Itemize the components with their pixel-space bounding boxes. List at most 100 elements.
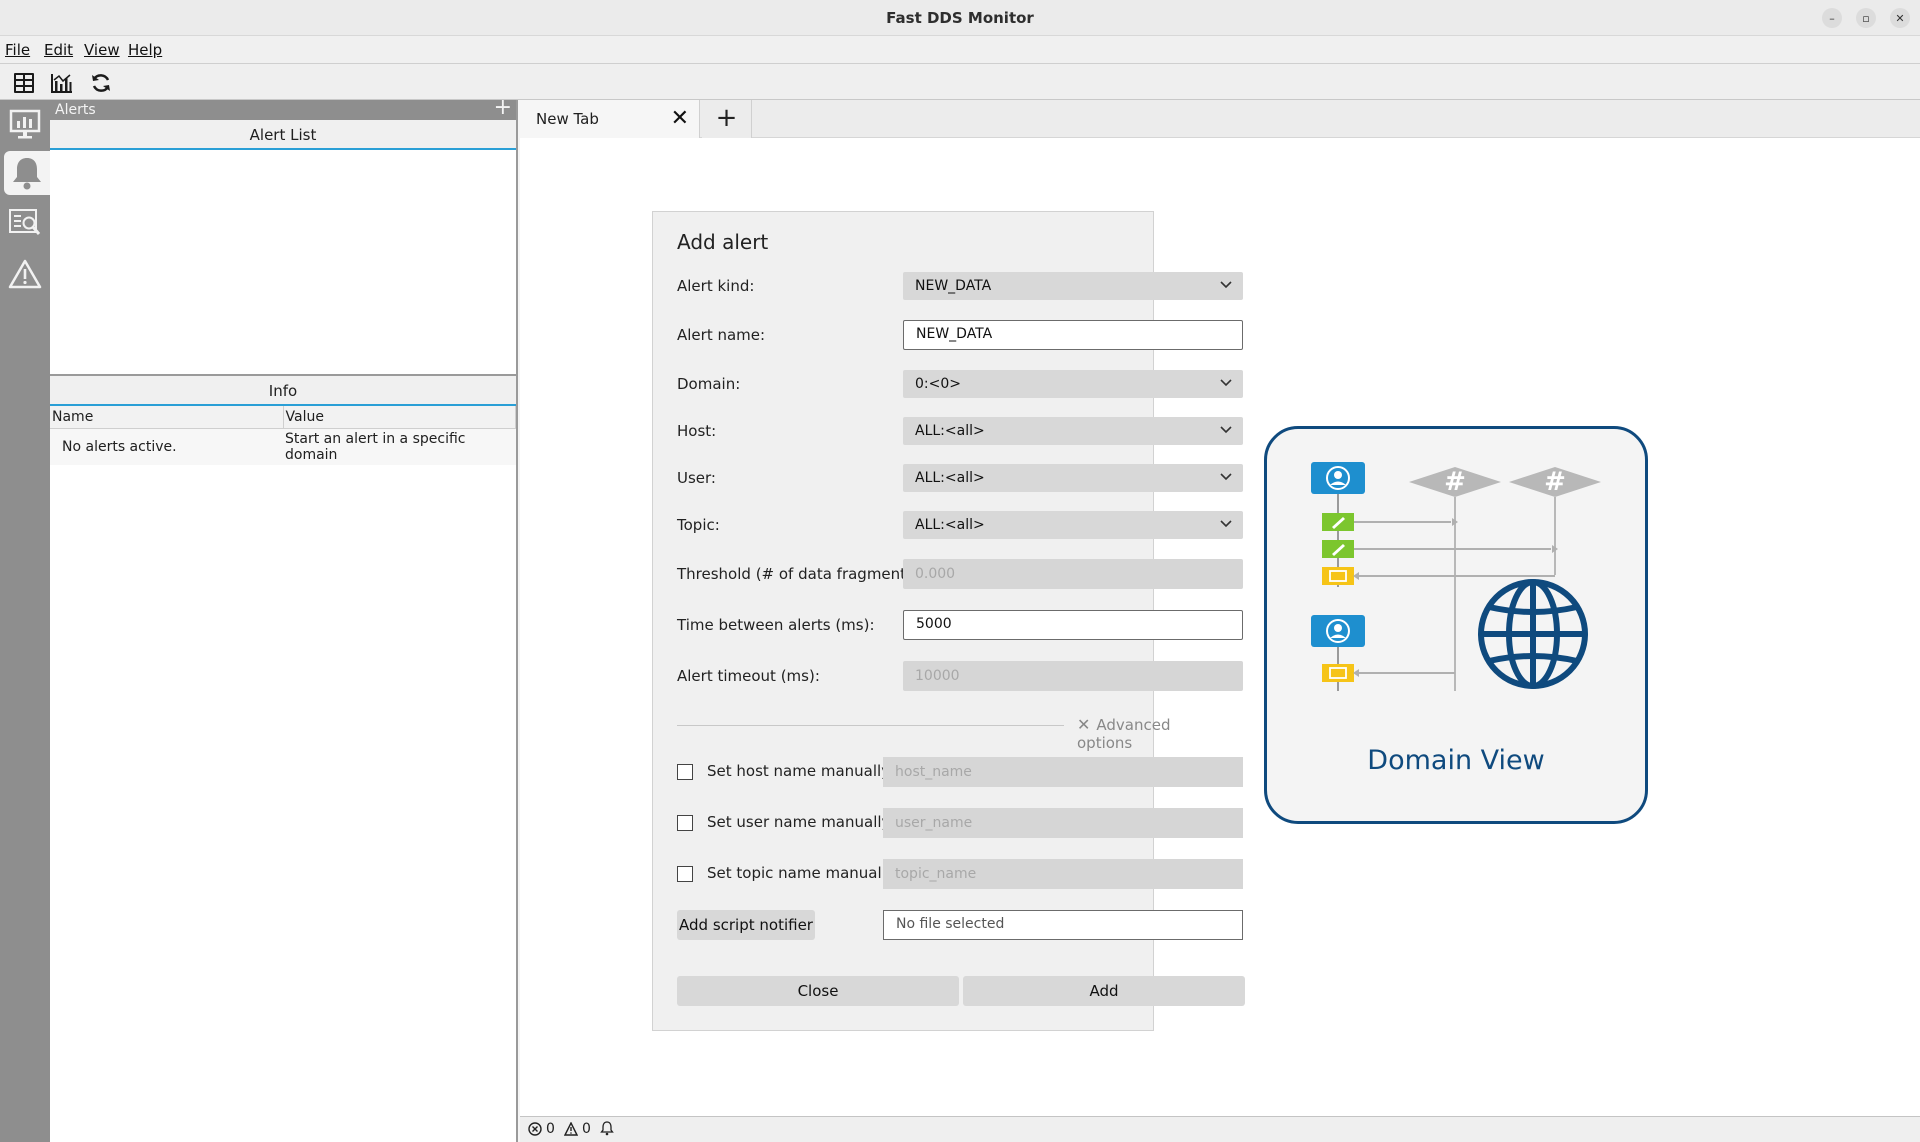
info-row-name: No alerts active. (50, 428, 283, 465)
refresh-icon[interactable] (88, 70, 114, 96)
set-topic-checkbox[interactable] (677, 866, 693, 882)
window-title: Fast DDS Monitor (886, 9, 1034, 27)
alert-list[interactable] (50, 150, 516, 376)
timeout-label: Alert timeout (ms): (677, 667, 820, 685)
topic-label: Topic: (677, 516, 720, 534)
user-label: User: (677, 469, 716, 487)
domain-view-card[interactable]: # # Domain View (1264, 426, 1648, 824)
time-between-input[interactable]: 5000 (903, 610, 1243, 640)
topic-icon: # (1509, 467, 1601, 497)
participant-icon (1311, 462, 1365, 494)
domain-value: 0:<0> (915, 376, 961, 392)
warning-icon[interactable] (4, 252, 46, 296)
close-button[interactable]: Close (677, 976, 959, 1006)
alert-name-label: Alert name: (677, 326, 766, 344)
menu-edit-label: Edit (44, 41, 74, 59)
notifications-status[interactable] (600, 1121, 614, 1136)
chevron-down-icon (1220, 281, 1232, 289)
svg-text:#: # (1444, 467, 1466, 497)
left-sidebar (0, 100, 50, 1142)
advanced-options-toggle[interactable]: ✕ Advanced options (1077, 715, 1171, 752)
bell-small-icon (600, 1121, 614, 1136)
monitor-icon[interactable] (4, 102, 46, 146)
menu-help[interactable]: Help (128, 41, 162, 59)
topic-icon: # (1409, 467, 1501, 497)
warning-small-icon (564, 1122, 578, 1136)
info-column-name[interactable]: Name (50, 406, 284, 429)
time-between-label: Time between alerts (ms): (677, 616, 875, 634)
set-host-checkbox[interactable] (677, 764, 693, 780)
svg-text:#: # (1544, 467, 1566, 497)
user-value: ALL:<all> (915, 470, 985, 486)
advanced-separator (677, 725, 1064, 726)
domain-view-illustration: # # (1311, 462, 1601, 691)
domain-label: Domain: (677, 375, 741, 393)
tab-new-tab[interactable]: New Tab ✕ (520, 100, 700, 138)
threshold-label: Threshold (# of data fragments): (677, 565, 925, 583)
menubar: File Edit View Help (0, 36, 1920, 64)
topic-value: ALL:<all> (915, 517, 985, 533)
topic-name-input: topic_name (883, 859, 1243, 889)
close-window-button[interactable]: ✕ (1890, 8, 1910, 28)
warnings-status[interactable]: 0 (564, 1121, 591, 1137)
menu-file-label: File (5, 41, 31, 59)
tab-label: New Tab (536, 110, 599, 128)
domain-view-label: Domain View (1367, 745, 1545, 776)
window-titlebar: Fast DDS Monitor – ▫ ✕ (0, 0, 1920, 36)
minimize-button[interactable]: – (1822, 8, 1842, 28)
info-column-value[interactable]: Value (283, 406, 516, 429)
menu-help-label: Help (128, 41, 163, 59)
domain-select[interactable]: 0:<0> (903, 370, 1243, 398)
alerts-panel-title: Alerts (55, 102, 96, 118)
host-label: Host: (677, 422, 717, 440)
menu-file[interactable]: File (5, 41, 30, 59)
add-alert-dialog: Add alert Alert kind: NEW_DATA Alert nam… (652, 211, 1245, 1031)
set-host-label[interactable]: Set host name manually (707, 762, 890, 780)
menu-view-label: View (84, 41, 120, 59)
main-area: New Tab ✕ + Add alert Alert kind: NEW_DA… (520, 100, 1920, 1116)
add-alert-plus-icon[interactable]: + (494, 97, 512, 119)
add-tab-button[interactable]: + (702, 100, 752, 138)
close-tab-icon[interactable]: ✕ (671, 106, 689, 131)
host-name-input: host_name (883, 757, 1243, 787)
alerts-panel-header: Alerts + (50, 97, 516, 120)
alert-kind-value: NEW_DATA (915, 278, 992, 294)
menu-view[interactable]: View (84, 41, 120, 59)
alerts-panel: Alerts + Alert List Info Name Value No a… (50, 97, 518, 1142)
set-topic-label[interactable]: Set topic name manually (707, 864, 895, 882)
alert-name-input[interactable]: NEW_DATA (903, 320, 1243, 350)
alert-kind-select[interactable]: NEW_DATA (903, 272, 1243, 300)
user-select[interactable]: ALL:<all> (903, 464, 1243, 492)
chevron-down-icon (1220, 379, 1232, 387)
host-value: ALL:<all> (915, 423, 985, 439)
tab-bar: New Tab ✕ + (520, 100, 1920, 138)
participant-icon (1311, 615, 1365, 647)
host-select[interactable]: ALL:<all> (903, 417, 1243, 445)
maximize-button[interactable]: ▫ (1856, 8, 1876, 28)
explorer-icon[interactable] (4, 202, 46, 246)
table-row[interactable]: No alerts active. Start an alert in a sp… (50, 428, 516, 465)
set-user-label[interactable]: Set user name manually (707, 813, 890, 831)
toolbar (0, 64, 1920, 100)
menu-edit[interactable]: Edit (44, 41, 73, 59)
chevron-down-icon (1220, 520, 1232, 528)
threshold-input: 0.000 (903, 559, 1243, 589)
bell-icon[interactable] (4, 151, 50, 195)
script-file-field[interactable]: No file selected (883, 910, 1243, 940)
alert-kind-label: Alert kind: (677, 277, 755, 295)
chevron-down-icon (1220, 473, 1232, 481)
chevron-down-icon (1220, 426, 1232, 434)
add-script-notifier-button[interactable]: Add script notifier (677, 910, 815, 940)
dialog-title: Add alert (677, 230, 769, 254)
topic-select[interactable]: ALL:<all> (903, 511, 1243, 539)
info-title: Info (50, 376, 516, 406)
add-button[interactable]: Add (963, 976, 1245, 1006)
errors-status[interactable]: 0 (528, 1121, 555, 1137)
set-user-checkbox[interactable] (677, 815, 693, 831)
chart-icon[interactable] (49, 70, 75, 96)
globe-icon (1478, 579, 1588, 689)
timeout-input: 10000 (903, 661, 1243, 691)
close-icon: ✕ (1077, 715, 1091, 734)
alert-list-title: Alert List (50, 120, 516, 150)
dashboard-icon[interactable] (11, 70, 37, 96)
